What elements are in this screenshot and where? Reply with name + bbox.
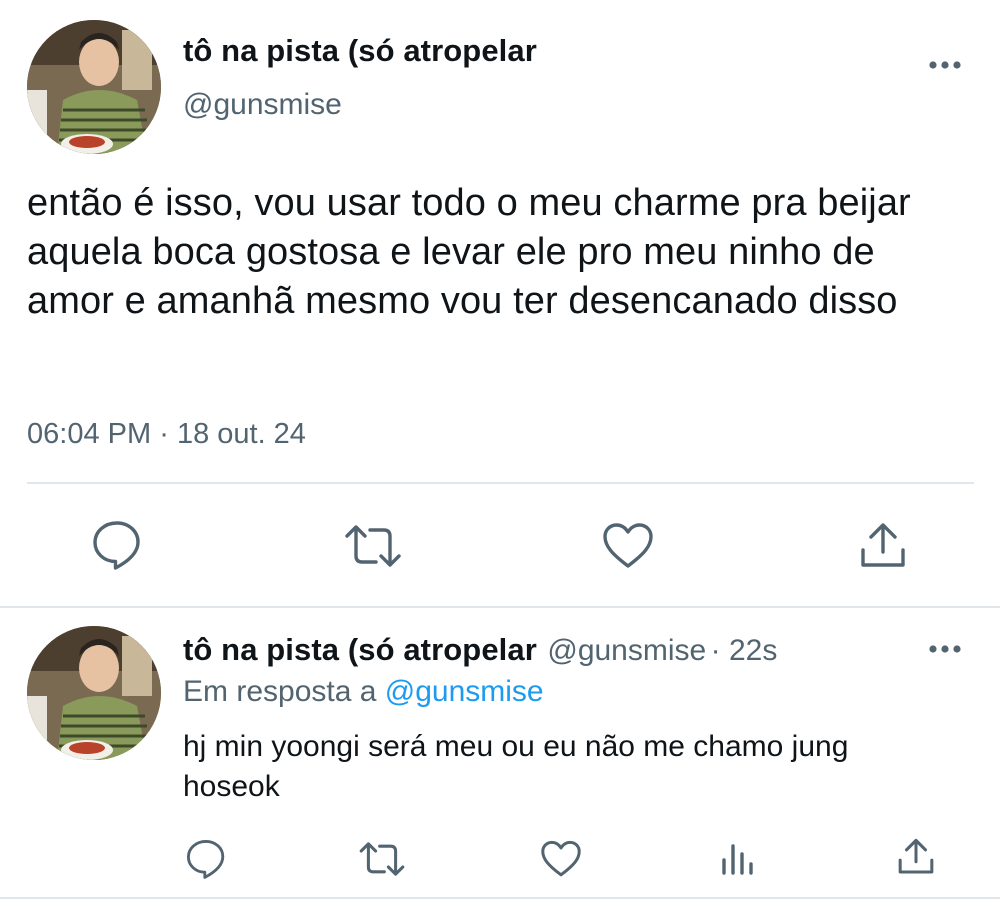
avatar-photo: [27, 20, 161, 154]
reply-icon[interactable]: [92, 519, 142, 571]
views-icon[interactable]: [721, 840, 755, 876]
retweet-icon[interactable]: [343, 524, 403, 568]
tweet-date: 18 out. 24: [176, 418, 306, 450]
divider: [0, 606, 1000, 608]
reply-tweet-text: hj min yoongi será meu ou eu não me cham…: [183, 730, 849, 803]
reply-header: tô na pista (só atropelar @gunsmise · 22…: [183, 632, 777, 668]
display-name[interactable]: tô na pista (só atropelar: [183, 33, 537, 69]
retweet-icon[interactable]: [358, 841, 406, 877]
reply-context: Em resposta a @gunsmise: [183, 675, 544, 709]
like-icon[interactable]: [540, 840, 582, 878]
divider: [27, 482, 974, 484]
reply-avatar[interactable]: [27, 626, 161, 760]
tweet-timestamp[interactable]: 06:04 PM · 18 out. 24: [27, 418, 306, 451]
tweet-text: então é isso, vou usar todo o meu charme…: [27, 182, 911, 322]
more-horizontal-icon[interactable]: [928, 58, 962, 77]
divider: [0, 897, 1000, 899]
reply-to-link[interactable]: @gunsmise: [385, 675, 544, 708]
avatar-photo: [27, 626, 161, 760]
reply-prefix: Em resposta a: [183, 675, 377, 708]
more-horizontal-icon[interactable]: [928, 642, 962, 661]
reply-age: · 22s: [710, 634, 778, 667]
share-icon[interactable]: [897, 838, 935, 876]
like-icon[interactable]: [602, 522, 654, 570]
share-icon[interactable]: [859, 522, 907, 570]
user-handle[interactable]: @gunsmise: [183, 88, 342, 122]
reply-display-name[interactable]: tô na pista (só atropelar: [183, 632, 537, 667]
reply-icon[interactable]: [186, 838, 226, 880]
avatar[interactable]: [27, 20, 161, 154]
reply-user-handle[interactable]: @gunsmise: [547, 634, 706, 667]
meta-separator: ·: [159, 418, 169, 450]
tweet-time: 06:04 PM: [27, 418, 152, 450]
